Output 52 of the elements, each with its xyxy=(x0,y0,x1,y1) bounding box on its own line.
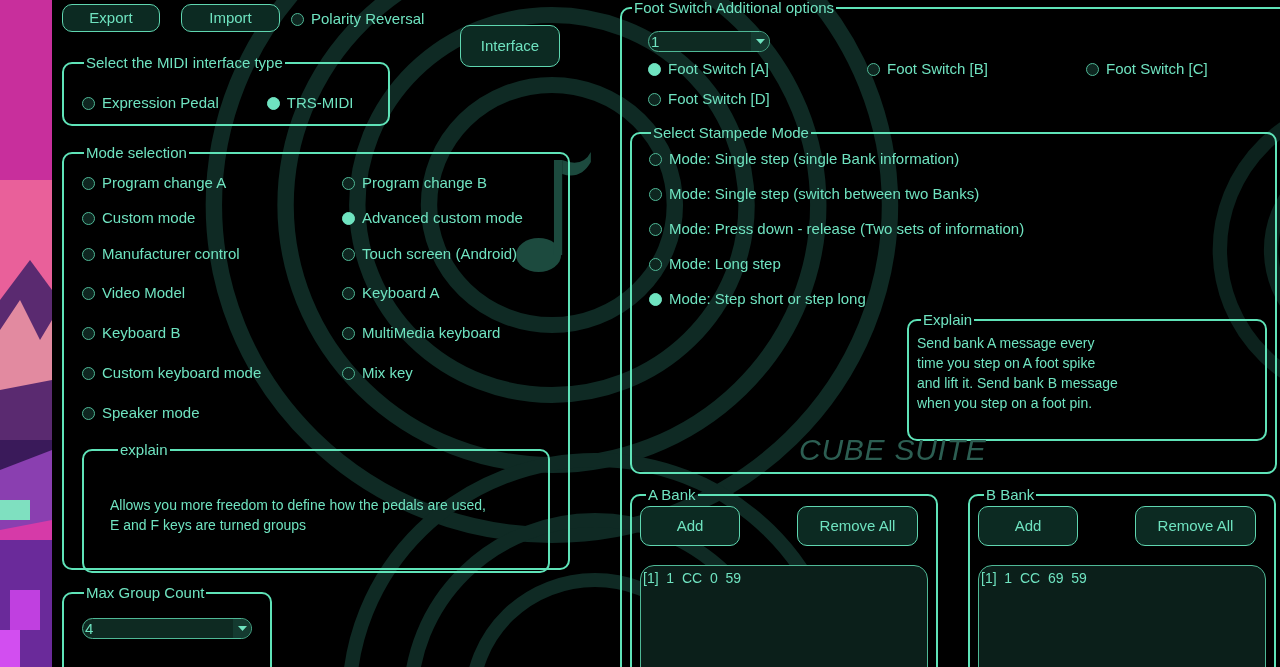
list-box[interactable]: [1] 1 CC 0 59 xyxy=(640,565,928,667)
radio-option[interactable]: TRS-MIDI xyxy=(266,82,354,124)
radio-option[interactable]: Custom keyboard mode xyxy=(82,361,262,385)
group-title: Foot Switch Additional options xyxy=(633,0,836,17)
dropdown[interactable]: 1 xyxy=(648,31,770,52)
caret-icon xyxy=(237,626,247,631)
logo-text: CUBE SUITE xyxy=(799,435,987,465)
group-title: Explain xyxy=(922,311,974,329)
button[interactable]: Import xyxy=(181,4,280,32)
group-title: Select Stampede Mode xyxy=(652,124,810,142)
radio-option[interactable]: Polarity Reversal xyxy=(291,8,425,31)
radio-option[interactable]: Mode: Press down - release (Two sets of information) xyxy=(649,218,1025,241)
button[interactable]: Add xyxy=(640,506,740,546)
radio-option[interactable]: Program change B xyxy=(342,172,488,195)
radio-option[interactable]: Program change A xyxy=(82,172,227,195)
list-box[interactable]: [1] 1 CC 69 59 xyxy=(978,565,1266,667)
caret-icon xyxy=(755,39,765,44)
radio-option[interactable]: Touch screen (Android) xyxy=(342,243,518,266)
button[interactable]: Export xyxy=(62,4,160,32)
radio-option[interactable]: Foot Switch [C] xyxy=(1086,57,1208,81)
radio-option[interactable]: Foot Switch [B] xyxy=(867,57,988,81)
explain-text: Allows you more freedom to define how the pedals are used, E and F keys are turned groups xyxy=(110,496,487,535)
radio-option[interactable]: Foot Switch [A] xyxy=(648,57,769,81)
group-title: Mode selection xyxy=(85,144,188,162)
radio-option[interactable]: Mode: Step short or step long xyxy=(649,288,866,311)
button[interactable]: Remove All xyxy=(797,506,918,546)
radio-option[interactable]: Manufacturer control xyxy=(82,243,240,266)
radio-option[interactable]: Mix key xyxy=(342,361,413,385)
radio-option[interactable]: Expression Pedal xyxy=(82,82,219,124)
radio-option[interactable]: Mode: Single step (switch between two Banks) xyxy=(649,183,980,206)
radio-option[interactable]: Custom mode xyxy=(82,207,196,230)
radio-option[interactable]: Keyboard B xyxy=(82,321,181,345)
button[interactable]: Add xyxy=(978,506,1078,546)
list-item[interactable]: [1] 1 CC 69 59 xyxy=(981,568,1263,589)
group-title: A Bank xyxy=(647,486,697,504)
radio-option[interactable]: Advanced custom mode xyxy=(342,207,523,230)
radio-option[interactable]: Mode: Single step (single Bank information) xyxy=(649,148,960,171)
radio-option[interactable]: Speaker mode xyxy=(82,401,200,425)
group-title: explain xyxy=(119,441,169,459)
group-title: Max Group Count xyxy=(85,584,206,602)
list-item[interactable]: [1] 1 CC 0 59 xyxy=(643,568,925,589)
button[interactable]: Remove All xyxy=(1135,506,1256,546)
button[interactable]: Interface xyxy=(460,25,560,67)
group-title: B Bank xyxy=(985,486,1036,504)
dropdown[interactable]: 4 xyxy=(82,618,252,639)
explain-text: Send bank A message every time you step on A foot spike and lift it. Send bank B message when you step on a foot pin. xyxy=(916,334,1119,413)
radio-option[interactable]: MultiMedia keyboard xyxy=(342,321,501,345)
radio-option[interactable]: Foot Switch [D] xyxy=(648,87,770,111)
radio-option[interactable]: Mode: Long step xyxy=(649,253,781,276)
radio-option[interactable]: Keyboard A xyxy=(342,281,440,305)
group-title: Select the MIDI interface type xyxy=(85,54,284,72)
radio-option[interactable]: Video Model xyxy=(82,281,186,305)
